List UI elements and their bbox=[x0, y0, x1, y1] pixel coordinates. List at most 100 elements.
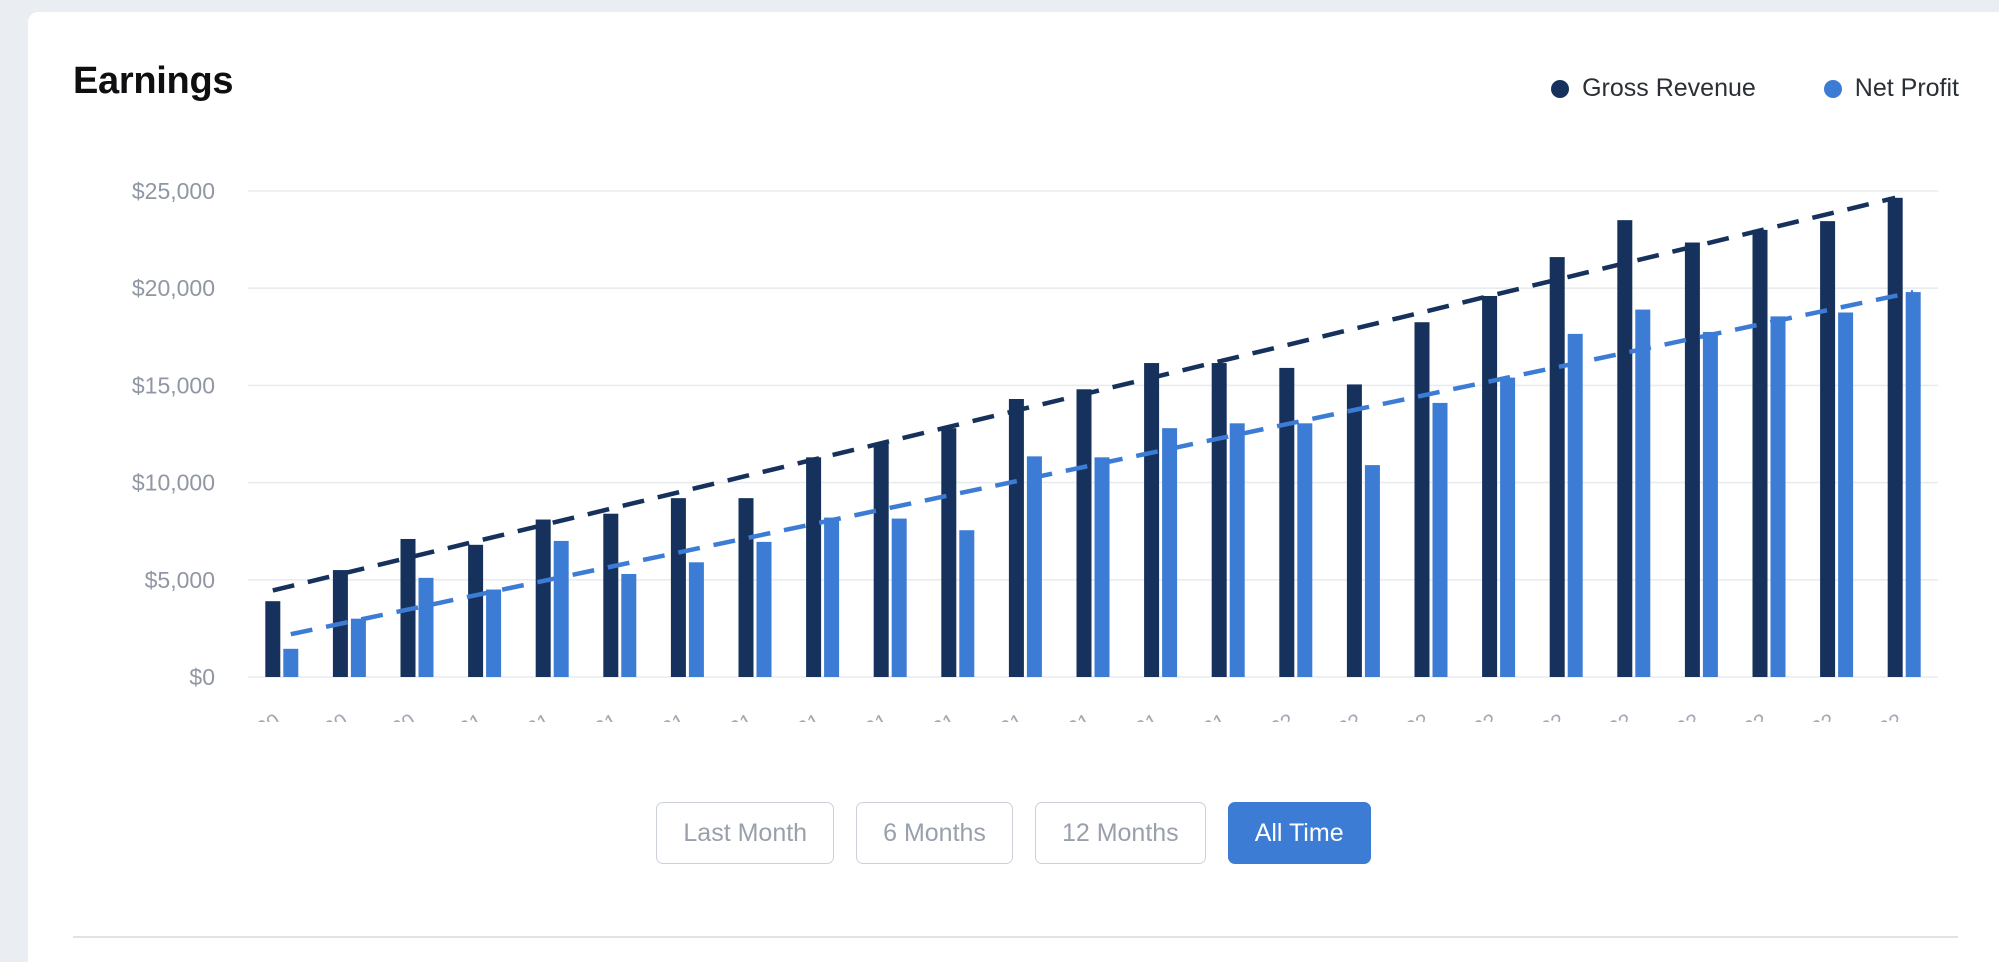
bar-gross-revenue[interactable] bbox=[1888, 198, 1903, 677]
chart-y-axis: $0 $5,000 $10,000 $15,000 $20,000 $25,000 bbox=[132, 178, 215, 690]
bar-net-profit[interactable] bbox=[1500, 378, 1515, 677]
bar-gross-revenue[interactable] bbox=[1617, 220, 1632, 677]
x-axis-tick-label: Sep 22 bbox=[1770, 709, 1839, 722]
bar-net-profit[interactable] bbox=[1906, 292, 1921, 677]
earnings-card: Earnings Gross Revenue Net Profit $0 $5,0… bbox=[28, 12, 1999, 962]
chart-gridlines bbox=[248, 191, 1938, 677]
range-selector: Last Month 6 Months 12 Months All Time bbox=[28, 802, 1999, 864]
bar-net-profit[interactable] bbox=[1703, 332, 1718, 677]
x-axis-tick-label: Sep 21 bbox=[959, 709, 1028, 722]
x-axis-tick-label: Apr 22 bbox=[1436, 709, 1501, 722]
y-axis-tick-label: $5,000 bbox=[145, 567, 215, 593]
chart-bars bbox=[265, 198, 1920, 677]
x-axis-tick-label: Jan 21 bbox=[421, 709, 487, 722]
circle-dot-icon bbox=[1551, 80, 1569, 98]
bar-gross-revenue[interactable] bbox=[1279, 368, 1294, 677]
legend-label: Net Profit bbox=[1855, 74, 1959, 103]
circle-dot-icon bbox=[1824, 80, 1842, 98]
bar-gross-revenue[interactable] bbox=[1212, 363, 1227, 677]
bar-net-profit[interactable] bbox=[959, 530, 974, 677]
bar-gross-revenue[interactable] bbox=[1685, 243, 1700, 677]
x-axis-tick-label: Jun 22 bbox=[1570, 709, 1636, 722]
bar-gross-revenue[interactable] bbox=[1482, 296, 1497, 677]
bar-net-profit[interactable] bbox=[283, 649, 298, 677]
bar-net-profit[interactable] bbox=[1162, 428, 1177, 677]
x-axis-tick-label: Aug 21 bbox=[891, 709, 960, 722]
legend-label: Gross Revenue bbox=[1582, 74, 1756, 103]
bar-gross-revenue[interactable] bbox=[603, 514, 618, 677]
y-axis-tick-label: $10,000 bbox=[132, 470, 215, 496]
x-axis-tick-label: Oct 22 bbox=[1842, 709, 1907, 722]
x-axis-tick-label: Dec 21 bbox=[1162, 709, 1231, 722]
x-axis-tick-label: Nov 21 bbox=[1094, 709, 1163, 722]
x-axis-tick-label: Jan 22 bbox=[1232, 709, 1298, 722]
x-axis-tick-label: Mar 21 bbox=[554, 709, 622, 722]
bar-net-profit[interactable] bbox=[892, 519, 907, 677]
chart-legend: Gross Revenue Net Profit bbox=[1551, 74, 1959, 103]
bar-net-profit[interactable] bbox=[1095, 457, 1110, 677]
bar-gross-revenue[interactable] bbox=[265, 601, 280, 677]
bar-gross-revenue[interactable] bbox=[1144, 363, 1159, 677]
earnings-bar-chart: $0 $5,000 $10,000 $15,000 $20,000 $25,000 Oct… bbox=[28, 122, 1999, 722]
y-axis-tick-label: $25,000 bbox=[132, 178, 215, 204]
x-axis-tick-label: Apr 21 bbox=[625, 709, 690, 722]
bar-net-profit[interactable] bbox=[351, 619, 366, 677]
bar-gross-revenue[interactable] bbox=[806, 457, 821, 677]
x-axis-tick-label: Jul 22 bbox=[1644, 709, 1704, 722]
y-axis-tick-label: $15,000 bbox=[132, 372, 215, 398]
x-axis-tick-label: Nov 20 bbox=[283, 709, 352, 722]
range-button-last-month[interactable]: Last Month bbox=[656, 802, 834, 864]
bar-net-profit[interactable] bbox=[824, 518, 839, 677]
bar-net-profit[interactable] bbox=[1027, 456, 1042, 677]
card-divider bbox=[73, 936, 1958, 938]
bar-net-profit[interactable] bbox=[1433, 403, 1448, 677]
bar-gross-revenue[interactable] bbox=[941, 428, 956, 677]
x-axis-tick-label: Feb 21 bbox=[487, 709, 555, 722]
chart-plot-area: $0 $5,000 $10,000 $15,000 $20,000 $25,000 Oct… bbox=[28, 122, 1999, 722]
y-axis-tick-label: $0 bbox=[189, 664, 215, 690]
legend-item-gross-revenue[interactable]: Gross Revenue bbox=[1551, 74, 1756, 103]
bar-gross-revenue[interactable] bbox=[1009, 399, 1024, 677]
range-button-all-time[interactable]: All Time bbox=[1228, 802, 1371, 864]
x-axis-tick-label: Jun 21 bbox=[759, 709, 825, 722]
bar-net-profit[interactable] bbox=[1635, 310, 1650, 677]
x-axis-tick-label: Feb 22 bbox=[1298, 709, 1366, 722]
chart-trendlines bbox=[273, 198, 1913, 634]
bar-net-profit[interactable] bbox=[1771, 316, 1786, 677]
legend-item-net-profit[interactable]: Net Profit bbox=[1824, 74, 1959, 103]
bar-gross-revenue[interactable] bbox=[1347, 384, 1362, 677]
bar-net-profit[interactable] bbox=[1838, 313, 1853, 678]
card-header: Earnings Gross Revenue Net Profit bbox=[28, 12, 1999, 122]
bar-net-profit[interactable] bbox=[1297, 423, 1312, 677]
bar-net-profit[interactable] bbox=[621, 574, 636, 677]
bar-gross-revenue[interactable] bbox=[536, 520, 551, 677]
bar-net-profit[interactable] bbox=[1230, 423, 1245, 677]
range-button-6-months[interactable]: 6 Months bbox=[856, 802, 1013, 864]
bar-gross-revenue[interactable] bbox=[874, 444, 889, 677]
bar-gross-revenue[interactable] bbox=[1820, 221, 1835, 677]
range-button-12-months[interactable]: 12 Months bbox=[1035, 802, 1206, 864]
bar-net-profit[interactable] bbox=[1365, 465, 1380, 677]
bar-gross-revenue[interactable] bbox=[739, 498, 754, 677]
x-axis-tick-label: Mar 22 bbox=[1365, 709, 1433, 722]
x-axis-tick-label: May 22 bbox=[1498, 709, 1569, 722]
y-axis-tick-label: $20,000 bbox=[132, 275, 215, 301]
bar-net-profit[interactable] bbox=[689, 562, 704, 677]
bar-gross-revenue[interactable] bbox=[1753, 230, 1768, 677]
bar-net-profit[interactable] bbox=[419, 578, 434, 677]
x-axis-tick-label: Jul 21 bbox=[833, 709, 893, 722]
bar-gross-revenue[interactable] bbox=[1077, 389, 1092, 677]
x-axis-tick-label: Oct 21 bbox=[1030, 709, 1095, 722]
x-axis-tick-label: Dec 20 bbox=[350, 709, 419, 722]
chart-x-axis: Oct 20Nov 20Dec 20Jan 21Feb 21Mar 21Apr … bbox=[219, 709, 1906, 722]
page-title: Earnings bbox=[73, 60, 233, 103]
bar-net-profit[interactable] bbox=[1568, 334, 1583, 677]
x-axis-tick-label: May 21 bbox=[686, 709, 757, 722]
bar-net-profit[interactable] bbox=[757, 542, 772, 677]
bar-gross-revenue[interactable] bbox=[468, 545, 483, 677]
bar-net-profit[interactable] bbox=[554, 541, 569, 677]
bar-gross-revenue[interactable] bbox=[671, 498, 686, 677]
bar-gross-revenue[interactable] bbox=[1415, 322, 1430, 677]
bar-gross-revenue[interactable] bbox=[1550, 257, 1565, 677]
bar-net-profit[interactable] bbox=[486, 590, 501, 677]
